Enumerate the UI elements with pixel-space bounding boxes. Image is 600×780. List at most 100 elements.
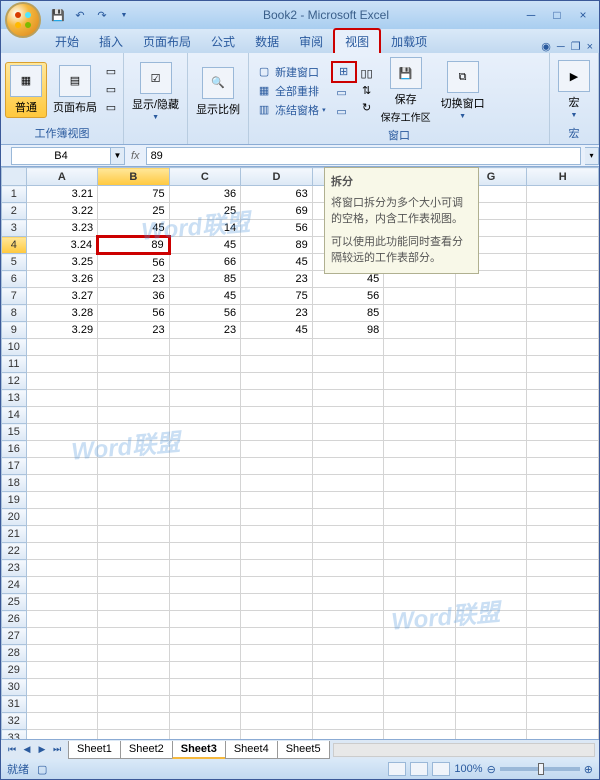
cell[interactable]: 85 (312, 305, 384, 322)
cell[interactable] (169, 594, 241, 611)
page-layout-button[interactable]: ▤ 页面布局 (49, 63, 101, 117)
cell[interactable] (527, 679, 599, 696)
sheet-tab[interactable]: Sheet5 (277, 741, 330, 759)
cell[interactable] (98, 458, 170, 475)
cell[interactable] (241, 441, 313, 458)
cell[interactable]: 89 (241, 237, 313, 254)
row-header[interactable]: 10 (2, 339, 27, 356)
cell[interactable]: 23 (241, 271, 313, 288)
column-header[interactable]: B (98, 168, 170, 186)
cell[interactable] (455, 390, 527, 407)
cell[interactable] (312, 356, 384, 373)
cell[interactable] (98, 373, 170, 390)
cell[interactable] (384, 645, 456, 662)
tab-insert[interactable]: 插入 (89, 30, 133, 53)
formula-bar[interactable]: 89 (146, 147, 581, 165)
row-header[interactable]: 22 (2, 543, 27, 560)
cell[interactable] (312, 526, 384, 543)
cell[interactable] (241, 713, 313, 730)
cell[interactable]: 3.27 (26, 288, 98, 305)
cell[interactable] (527, 390, 599, 407)
cell[interactable] (384, 288, 456, 305)
cell[interactable]: 66 (169, 254, 241, 271)
select-all-corner[interactable] (2, 168, 27, 186)
cell[interactable] (26, 560, 98, 577)
row-header[interactable]: 23 (2, 560, 27, 577)
cell[interactable] (241, 543, 313, 560)
cell[interactable] (98, 407, 170, 424)
row-header[interactable]: 27 (2, 628, 27, 645)
row-header[interactable]: 20 (2, 509, 27, 526)
cell[interactable]: 63 (241, 186, 313, 203)
cell[interactable] (241, 458, 313, 475)
cell[interactable] (169, 611, 241, 628)
cell[interactable] (384, 730, 456, 740)
zoom-level[interactable]: 100% (454, 763, 482, 775)
office-button[interactable] (5, 2, 41, 38)
cell[interactable] (241, 407, 313, 424)
cell[interactable]: 36 (98, 288, 170, 305)
cell[interactable] (312, 645, 384, 662)
cell[interactable] (527, 492, 599, 509)
row-header[interactable]: 33 (2, 730, 27, 740)
row-header[interactable]: 14 (2, 407, 27, 424)
cell[interactable] (98, 611, 170, 628)
maximize-button[interactable]: □ (545, 7, 569, 23)
row-header[interactable]: 13 (2, 390, 27, 407)
cell[interactable]: 3.22 (26, 203, 98, 220)
cell[interactable] (527, 475, 599, 492)
cell[interactable] (455, 509, 527, 526)
cell[interactable] (527, 458, 599, 475)
cell[interactable] (241, 560, 313, 577)
cell[interactable] (98, 475, 170, 492)
cell[interactable] (98, 594, 170, 611)
cell[interactable] (169, 696, 241, 713)
cell[interactable] (312, 730, 384, 740)
cell[interactable] (455, 560, 527, 577)
cell[interactable] (26, 356, 98, 373)
cell[interactable] (241, 662, 313, 679)
row-header[interactable]: 12 (2, 373, 27, 390)
cell[interactable] (26, 696, 98, 713)
cell[interactable] (527, 730, 599, 740)
cell[interactable] (384, 543, 456, 560)
cell[interactable] (26, 730, 98, 740)
cell[interactable] (527, 611, 599, 628)
cell[interactable] (384, 679, 456, 696)
cell[interactable] (527, 220, 599, 237)
cell[interactable]: 45 (169, 288, 241, 305)
page-break-status-icon[interactable] (432, 762, 450, 776)
cell[interactable] (312, 543, 384, 560)
cell[interactable] (312, 373, 384, 390)
column-header[interactable]: C (169, 168, 241, 186)
cell[interactable] (527, 441, 599, 458)
zoom-out-button[interactable]: ⊖ (487, 763, 496, 776)
cell[interactable] (98, 662, 170, 679)
cell[interactable] (169, 577, 241, 594)
page-layout-status-icon[interactable] (410, 762, 428, 776)
cell[interactable]: 3.24 (26, 237, 98, 254)
cell[interactable]: 25 (169, 203, 241, 220)
zoom-slider[interactable] (500, 767, 580, 771)
cell[interactable] (241, 339, 313, 356)
cell[interactable] (384, 373, 456, 390)
cell[interactable] (241, 526, 313, 543)
cell[interactable]: 23 (98, 322, 170, 339)
minimize-button[interactable]: ─ (519, 7, 543, 23)
cell[interactable] (26, 339, 98, 356)
sheet-tab[interactable]: Sheet1 (68, 741, 121, 759)
close-button[interactable]: × (571, 7, 595, 23)
cell[interactable]: 3.29 (26, 322, 98, 339)
cell[interactable] (384, 305, 456, 322)
cell[interactable] (527, 560, 599, 577)
redo-icon[interactable]: ↷ (93, 6, 111, 24)
show-hide-button[interactable]: ☑ 显示/隐藏 ▼ (128, 60, 183, 123)
row-header[interactable]: 9 (2, 322, 27, 339)
row-header[interactable]: 32 (2, 713, 27, 730)
cell[interactable]: 56 (98, 305, 170, 322)
cell[interactable] (98, 492, 170, 509)
cell[interactable] (169, 339, 241, 356)
cell[interactable]: 98 (312, 322, 384, 339)
cell[interactable] (455, 628, 527, 645)
doc-close-button[interactable]: × (587, 41, 593, 53)
